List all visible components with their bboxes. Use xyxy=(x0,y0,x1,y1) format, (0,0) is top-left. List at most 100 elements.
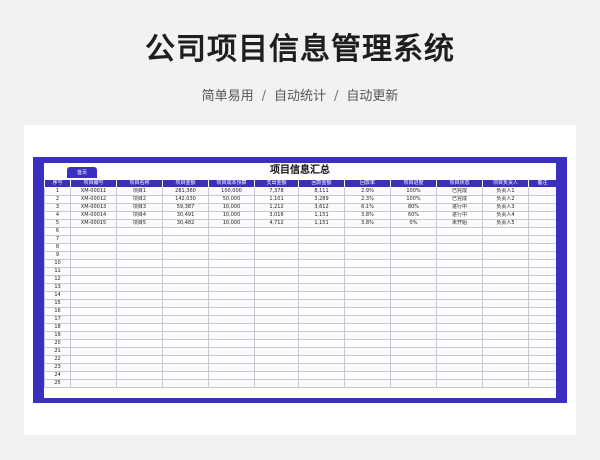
column-header[interactable]: 项目编号 xyxy=(70,179,117,188)
table-cell[interactable] xyxy=(116,307,163,316)
table-cell[interactable] xyxy=(482,307,529,316)
table-cell[interactable]: XM-00015 xyxy=(70,219,117,228)
table-cell[interactable] xyxy=(70,243,117,252)
column-header[interactable]: 项目状态 xyxy=(436,179,483,188)
table-cell[interactable] xyxy=(208,363,255,372)
table-cell[interactable] xyxy=(162,243,209,252)
table-cell[interactable] xyxy=(116,355,163,364)
table-cell[interactable]: 项目4 xyxy=(116,211,163,220)
table-cell[interactable] xyxy=(482,251,529,260)
table-cell[interactable]: 2.9% xyxy=(344,187,391,196)
table-cell[interactable] xyxy=(344,347,391,356)
table-cell[interactable] xyxy=(482,355,529,364)
table-cell[interactable] xyxy=(528,203,556,212)
table-cell[interactable]: 16 xyxy=(44,307,71,316)
table-cell[interactable]: 1 xyxy=(44,187,71,196)
table-cell[interactable] xyxy=(528,331,556,340)
column-header[interactable]: 项目金额 xyxy=(162,179,209,188)
table-cell[interactable] xyxy=(116,235,163,244)
table-cell[interactable] xyxy=(482,227,529,236)
table-cell[interactable] xyxy=(298,355,345,364)
table-cell[interactable] xyxy=(162,355,209,364)
table-cell[interactable]: 7,378 xyxy=(254,187,299,196)
table-cell[interactable] xyxy=(208,275,255,284)
table-cell[interactable] xyxy=(390,355,437,364)
table-cell[interactable] xyxy=(116,275,163,284)
table-cell[interactable] xyxy=(344,323,391,332)
table-cell[interactable] xyxy=(116,315,163,324)
table-cell[interactable]: 未开始 xyxy=(436,219,483,228)
table-cell[interactable]: 142,030 xyxy=(162,195,209,204)
table-cell[interactable] xyxy=(390,259,437,268)
table-cell[interactable] xyxy=(162,283,209,292)
table-cell[interactable]: 25 xyxy=(44,379,71,388)
table-cell[interactable] xyxy=(298,315,345,324)
table-cell[interactable] xyxy=(482,379,529,388)
table-cell[interactable] xyxy=(436,323,483,332)
table-cell[interactable]: 14 xyxy=(44,291,71,300)
table-cell[interactable]: 已完成 xyxy=(436,195,483,204)
table-cell[interactable] xyxy=(162,275,209,284)
table-cell[interactable] xyxy=(254,267,299,276)
table-cell[interactable] xyxy=(162,315,209,324)
table-cell[interactable] xyxy=(208,243,255,252)
table-cell[interactable]: 1,101 xyxy=(254,195,299,204)
table-cell[interactable]: 12 xyxy=(44,275,71,284)
table-cell[interactable]: 进行中 xyxy=(436,203,483,212)
table-cell[interactable] xyxy=(390,227,437,236)
table-cell[interactable] xyxy=(116,259,163,268)
column-header[interactable]: 回款金额 xyxy=(298,179,345,188)
table-cell[interactable]: 100% xyxy=(390,195,437,204)
table-cell[interactable] xyxy=(528,267,556,276)
table-cell[interactable] xyxy=(344,235,391,244)
table-cell[interactable] xyxy=(390,267,437,276)
table-cell[interactable] xyxy=(482,331,529,340)
table-cell[interactable] xyxy=(298,339,345,348)
table-cell[interactable] xyxy=(116,331,163,340)
table-cell[interactable] xyxy=(390,363,437,372)
table-cell[interactable] xyxy=(116,363,163,372)
table-cell[interactable]: 10,000 xyxy=(208,211,255,220)
table-cell[interactable] xyxy=(208,227,255,236)
table-cell[interactable]: 10 xyxy=(44,259,71,268)
table-cell[interactable]: 23 xyxy=(44,363,71,372)
table-cell[interactable] xyxy=(528,275,556,284)
table-cell[interactable] xyxy=(298,331,345,340)
column-header[interactable]: 项目进度 xyxy=(390,179,437,188)
table-cell[interactable] xyxy=(208,291,255,300)
table-cell[interactable] xyxy=(254,235,299,244)
table-cell[interactable] xyxy=(208,323,255,332)
table-cell[interactable]: 8 xyxy=(44,243,71,252)
table-cell[interactable]: 项目2 xyxy=(116,195,163,204)
table-cell[interactable]: 59,387 xyxy=(162,203,209,212)
table-cell[interactable] xyxy=(390,299,437,308)
table-cell[interactable]: 13 xyxy=(44,283,71,292)
table-cell[interactable] xyxy=(344,307,391,316)
table-cell[interactable] xyxy=(162,371,209,380)
table-cell[interactable] xyxy=(344,251,391,260)
table-cell[interactable] xyxy=(254,371,299,380)
table-cell[interactable]: 负责人3 xyxy=(482,203,529,212)
table-cell[interactable] xyxy=(390,235,437,244)
table-cell[interactable] xyxy=(162,331,209,340)
column-header[interactable]: 项目负责人 xyxy=(482,179,529,188)
table-cell[interactable] xyxy=(162,267,209,276)
table-cell[interactable] xyxy=(528,307,556,316)
table-cell[interactable] xyxy=(162,235,209,244)
table-cell[interactable] xyxy=(208,283,255,292)
table-cell[interactable] xyxy=(298,379,345,388)
table-cell[interactable]: 10,000 xyxy=(208,219,255,228)
table-cell[interactable] xyxy=(528,243,556,252)
table-cell[interactable] xyxy=(70,291,117,300)
table-cell[interactable] xyxy=(528,283,556,292)
table-cell[interactable] xyxy=(344,379,391,388)
table-cell[interactable] xyxy=(344,267,391,276)
table-cell[interactable]: XM-00014 xyxy=(70,211,117,220)
table-cell[interactable] xyxy=(254,331,299,340)
table-cell[interactable]: XM-00011 xyxy=(70,187,117,196)
table-cell[interactable] xyxy=(298,259,345,268)
table-cell[interactable] xyxy=(208,347,255,356)
table-cell[interactable] xyxy=(162,251,209,260)
table-cell[interactable] xyxy=(482,347,529,356)
table-cell[interactable]: 3,016 xyxy=(254,211,299,220)
